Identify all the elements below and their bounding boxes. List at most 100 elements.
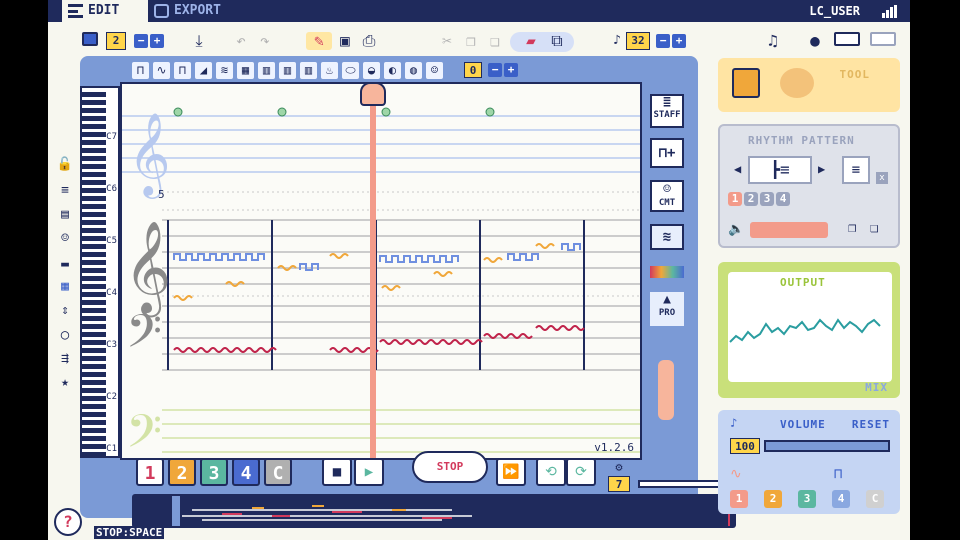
track-3-button[interactable]: 3 xyxy=(200,458,228,486)
user-name[interactable]: LC_USER xyxy=(809,0,860,22)
music-note-icon[interactable]: ♫ xyxy=(762,32,784,50)
black-key[interactable] xyxy=(82,140,106,145)
piano-icon[interactable]: ▦ xyxy=(237,62,254,79)
black-key[interactable] xyxy=(82,180,106,185)
black-key[interactable] xyxy=(82,340,106,345)
tab-edit[interactable]: EDIT xyxy=(62,0,148,22)
pattern-display[interactable]: ┣≡ xyxy=(748,156,812,184)
black-key[interactable] xyxy=(82,220,106,225)
page-decrement-button[interactable]: − xyxy=(134,34,148,48)
black-key[interactable] xyxy=(82,420,106,425)
volume-track-3[interactable]: 3 xyxy=(798,490,816,508)
track-c-button[interactable]: C xyxy=(264,458,292,486)
copy-pattern-icon[interactable]: ❐ xyxy=(848,220,856,236)
pro-button[interactable]: ▲ PRO xyxy=(650,292,684,326)
organ-icon[interactable]: ▥ xyxy=(258,62,275,79)
black-key[interactable] xyxy=(82,244,106,249)
ghost-icon[interactable]: ☺ xyxy=(426,62,443,79)
download-icon[interactable]: ⤓ xyxy=(188,32,210,50)
redo-icon[interactable]: ↷ xyxy=(254,32,276,50)
black-key[interactable] xyxy=(82,132,106,137)
fast-forward-button[interactable]: ⏩ xyxy=(496,458,526,486)
black-key[interactable] xyxy=(82,108,106,113)
saw-wave-icon[interactable]: ◢ xyxy=(195,62,212,79)
instrument-decrement-button[interactable]: − xyxy=(488,63,502,77)
list-icon[interactable]: ≡ xyxy=(54,182,76,200)
arrows-icon[interactable]: ⇕ xyxy=(54,302,76,320)
palette-icon[interactable] xyxy=(780,68,814,98)
black-key[interactable] xyxy=(82,100,106,105)
black-key[interactable] xyxy=(82,404,106,409)
black-key[interactable] xyxy=(82,308,106,313)
layout-icon[interactable] xyxy=(834,32,860,46)
face-icon[interactable]: ☺ xyxy=(54,230,76,248)
volume-slider[interactable] xyxy=(764,440,890,452)
image-icon[interactable] xyxy=(870,32,896,46)
play-button[interactable]: ▶ xyxy=(354,458,384,486)
black-key[interactable] xyxy=(82,412,106,417)
palette-bar[interactable] xyxy=(650,266,684,278)
black-key[interactable] xyxy=(82,204,106,209)
black-key[interactable] xyxy=(82,300,106,305)
metronome-icon[interactable]: ● xyxy=(804,32,826,50)
black-key[interactable] xyxy=(82,212,106,217)
pattern-list-button[interactable]: ≡ xyxy=(842,156,870,184)
black-key[interactable] xyxy=(82,292,106,297)
rhythm-slot-4[interactable]: 4 xyxy=(776,192,790,206)
black-key[interactable] xyxy=(82,116,106,121)
loop-button[interactable]: ⟲ xyxy=(536,458,566,486)
book-icon[interactable] xyxy=(732,68,760,98)
stop-button[interactable]: ■ xyxy=(322,458,352,486)
noise-wave-icon[interactable]: ≋ xyxy=(216,62,233,79)
bar-increment-button[interactable]: + xyxy=(672,34,686,48)
black-key[interactable] xyxy=(82,276,106,281)
staff-area[interactable]: 𝄞 𝄞 𝄢 𝄢 5 v1.2.6 xyxy=(120,82,642,460)
trumpet-icon[interactable]: ⬭ xyxy=(342,62,359,79)
black-key[interactable] xyxy=(82,260,106,265)
timeline-overview[interactable]: 50 xyxy=(132,494,736,528)
page-increment-button[interactable]: + xyxy=(150,34,164,48)
pattern-multiplier[interactable]: x xyxy=(876,172,888,184)
paste-icon[interactable]: ❏ xyxy=(484,32,506,50)
rhythm-slot-2[interactable]: 2 xyxy=(744,192,758,206)
marimba-icon[interactable]: ▥ xyxy=(279,62,296,79)
black-key[interactable] xyxy=(82,372,106,377)
output-mode[interactable]: MIX xyxy=(865,381,888,394)
black-key[interactable] xyxy=(82,324,106,329)
black-key[interactable] xyxy=(82,396,106,401)
playhead[interactable] xyxy=(370,84,376,458)
save-icon[interactable]: ▣ xyxy=(334,32,356,50)
volume-track-c[interactable]: C xyxy=(866,490,884,508)
indent-icon[interactable]: ⇶ xyxy=(54,350,76,368)
undo-icon[interactable]: ↶ xyxy=(230,32,252,50)
piano-keyboard[interactable]: C7 C6 C5 C4 C3 C2 C1 xyxy=(80,86,120,458)
pencil-icon[interactable]: ✎ xyxy=(306,32,332,50)
staff-button[interactable]: ≣ STAFF xyxy=(650,94,684,128)
drum-icon[interactable]: ▥ xyxy=(300,62,317,79)
volume-track-4[interactable]: 4 xyxy=(832,490,850,508)
black-key[interactable] xyxy=(82,284,106,289)
black-key[interactable] xyxy=(82,252,106,257)
black-key[interactable] xyxy=(82,388,106,393)
black-key[interactable] xyxy=(82,436,106,441)
layers-icon[interactable]: ≋ xyxy=(650,224,684,250)
grid-icon[interactable]: ▦ xyxy=(54,278,76,296)
black-key[interactable] xyxy=(82,380,106,385)
track-2-button[interactable]: 2 xyxy=(168,458,196,486)
black-key[interactable] xyxy=(82,172,106,177)
pulse-wave-icon[interactable]: ⊓ xyxy=(174,62,191,79)
lock-icon[interactable]: 🔓 xyxy=(54,156,76,174)
guitar-icon[interactable]: ♨ xyxy=(321,62,338,79)
black-key[interactable] xyxy=(82,196,106,201)
black-key[interactable] xyxy=(82,228,106,233)
square-wave-icon[interactable]: ⊓ xyxy=(132,62,149,79)
help-button[interactable]: ? xyxy=(54,508,82,536)
scissors-icon[interactable]: ✂ xyxy=(436,32,458,50)
black-key[interactable] xyxy=(82,148,106,153)
volume-reset-button[interactable]: RESET xyxy=(852,418,890,431)
comment-button[interactable]: ☺ CMT xyxy=(650,180,684,212)
black-key[interactable] xyxy=(82,92,106,97)
volume-track-1[interactable]: 1 xyxy=(730,490,748,508)
printer-icon[interactable]: ⎙ xyxy=(358,32,380,50)
black-key[interactable] xyxy=(82,332,106,337)
